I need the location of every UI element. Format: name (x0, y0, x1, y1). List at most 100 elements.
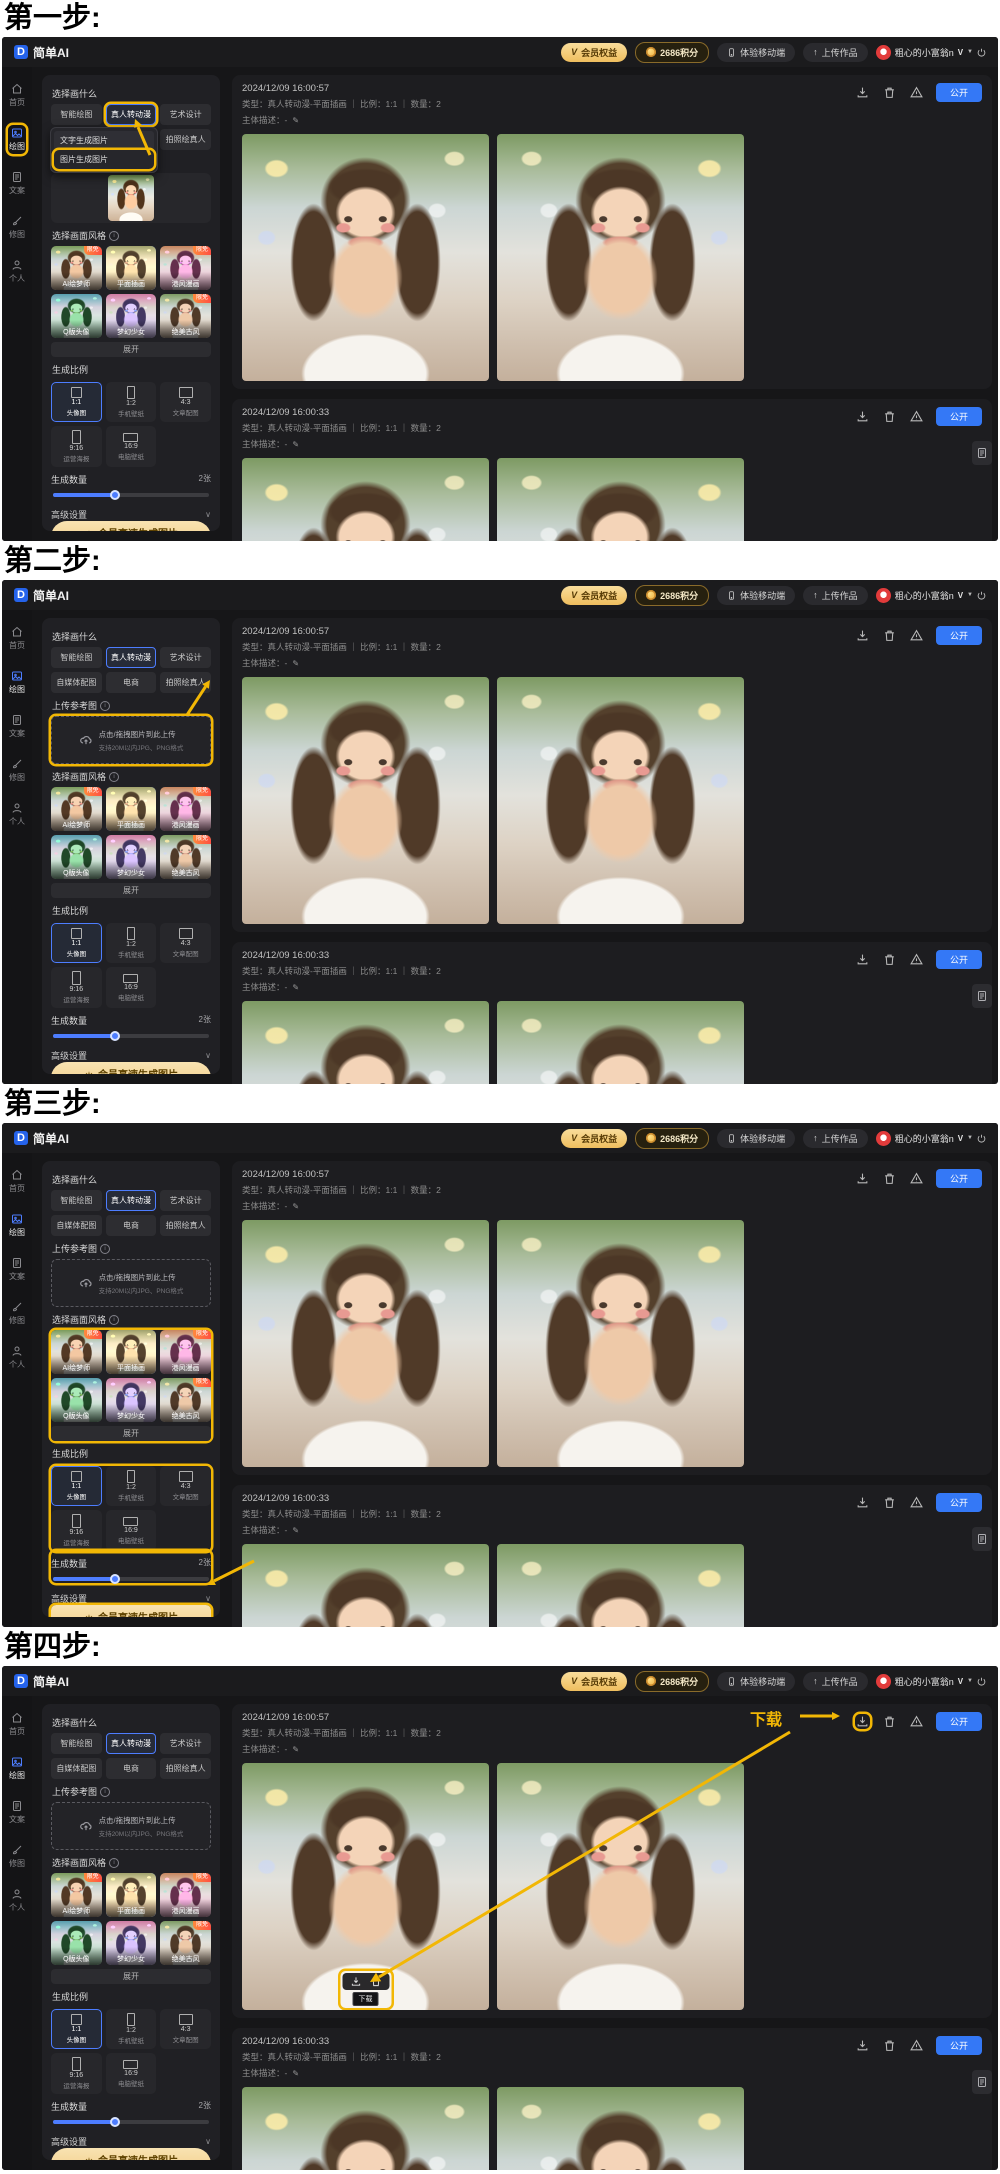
app-logo[interactable]: D 简单AI (14, 1130, 69, 1147)
style-tile[interactable]: 限免 绝美古风 (160, 835, 211, 879)
download-icon[interactable] (855, 2038, 870, 2053)
style-tile[interactable]: 梦幻少女 (106, 1921, 157, 1965)
edit-icon[interactable]: ✎ (292, 1745, 299, 1754)
slider-knob[interactable] (110, 1031, 120, 1041)
style-tile[interactable]: 梦幻少女 (106, 835, 157, 879)
publish-button[interactable]: 公开 (936, 83, 982, 102)
expand-button[interactable]: 展开 (51, 883, 211, 898)
user-menu[interactable]: 粗心的小富翁n V ▼ (876, 1674, 986, 1689)
style-tile-selected[interactable]: 平面插画 (106, 246, 157, 290)
category-photo-to-anime[interactable]: 真人转动漫 (106, 104, 157, 125)
delete-icon[interactable] (882, 1495, 897, 1510)
download-icon[interactable] (855, 1714, 870, 1729)
delete-icon[interactable] (882, 409, 897, 424)
upload-works-button[interactable]: ↑ 上传作品 (803, 1672, 868, 1691)
publish-button[interactable]: 公开 (936, 407, 982, 426)
nav-item-home[interactable]: 首页 (8, 624, 26, 653)
category-ecommerce[interactable]: 电商 (106, 1215, 157, 1236)
generated-image-1[interactable]: 下载 (242, 1763, 489, 2010)
ratio-tile-9-16[interactable]: 9:16 运营海报 (51, 426, 102, 467)
generated-image-2[interactable] (497, 1544, 744, 1627)
generated-image-2[interactable] (497, 1220, 744, 1467)
ratio-tile-16-9[interactable]: 16:9 电脑壁纸 (106, 426, 157, 467)
mobile-app-button[interactable]: 体验移动端 (717, 1672, 795, 1691)
nav-item-profile[interactable]: 个人 (8, 1886, 26, 1915)
advanced-settings[interactable]: 高级设置 ∨ (51, 1592, 211, 1605)
advanced-settings[interactable]: 高级设置 ∨ (51, 1049, 211, 1062)
report-icon[interactable] (909, 85, 924, 100)
nav-item-draw[interactable]: 绘图 (8, 125, 26, 154)
nav-item-retouch[interactable]: 修图 (8, 213, 26, 242)
upload-works-button[interactable]: ↑ 上传作品 (803, 586, 868, 605)
report-icon[interactable] (909, 952, 924, 967)
expand-button[interactable]: 展开 (51, 1426, 211, 1441)
ratio-tile-16-9[interactable]: 16:9 电脑壁纸 (106, 967, 157, 1008)
style-tile-selected[interactable]: 平面插画 (106, 1330, 157, 1374)
delete-icon[interactable] (882, 952, 897, 967)
ratio-tile-1-2[interactable]: 1:2 手机壁纸 (106, 1466, 157, 1506)
category-media-images[interactable]: 自媒体配图 (51, 672, 102, 693)
generated-image-1[interactable] (242, 134, 489, 381)
ratio-tile-1-2[interactable]: 1:2 手机壁纸 (106, 2009, 157, 2049)
nav-item-draw[interactable]: 绘图 (8, 1211, 26, 1240)
download-icon[interactable] (855, 409, 870, 424)
generate-button[interactable]: 会员高速生成图片 (限时2折起) (51, 1062, 211, 1074)
category-art-design[interactable]: 艺术设计 (160, 104, 211, 125)
ratio-tile-4-3[interactable]: 4:3 文章配图 (160, 382, 211, 422)
ratio-tile-1-1[interactable]: 1:1 头像图 (51, 382, 102, 422)
nav-item-copywriting[interactable]: 文案 (8, 712, 26, 741)
upload-dropzone[interactable]: 点击/拖拽图片到此上传 支持20M以内JPG、PNG格式 (51, 1802, 211, 1850)
mobile-app-button[interactable]: 体验移动端 (717, 43, 795, 62)
nav-item-retouch[interactable]: 修图 (8, 1299, 26, 1328)
download-icon[interactable] (350, 1976, 361, 1987)
advanced-settings[interactable]: 高级设置 ∨ (51, 2135, 211, 2148)
mobile-app-button[interactable]: 体验移动端 (717, 586, 795, 605)
delete-icon[interactable] (370, 1976, 381, 1987)
category-art-design[interactable]: 艺术设计 (160, 1190, 211, 1211)
app-logo[interactable]: D 简单AI (14, 44, 69, 61)
download-icon[interactable] (855, 85, 870, 100)
ratio-tile-1-2[interactable]: 1:2 手机壁纸 (106, 382, 157, 422)
slider-knob[interactable] (110, 490, 120, 500)
style-tile[interactable]: 限免 绝美古风 (160, 1378, 211, 1422)
script-icon[interactable] (972, 1527, 992, 1551)
style-tile[interactable]: 限免 绝美古风 (160, 294, 211, 338)
count-slider[interactable] (53, 493, 209, 497)
points-button[interactable]: 2686积分 (635, 1671, 709, 1692)
style-tile[interactable]: 限免 港风漫画 (160, 246, 211, 290)
nav-item-home[interactable]: 首页 (8, 81, 26, 110)
user-menu[interactable]: 粗心的小富翁n V ▼ (876, 45, 986, 60)
delete-icon[interactable] (882, 1171, 897, 1186)
generated-image-1[interactable] (242, 1001, 489, 1084)
report-icon[interactable] (909, 628, 924, 643)
download-icon[interactable] (855, 1171, 870, 1186)
generated-image-1[interactable] (242, 1544, 489, 1627)
publish-button[interactable]: 公开 (936, 626, 982, 645)
advanced-settings[interactable]: 高级设置 ∨ (51, 508, 211, 521)
script-icon[interactable] (972, 984, 992, 1008)
publish-button[interactable]: 公开 (936, 2036, 982, 2055)
publish-button[interactable]: 公开 (936, 1493, 982, 1512)
app-logo[interactable]: D 简单AI (14, 587, 69, 604)
ratio-tile-1-1[interactable]: 1:1 头像图 (51, 2009, 102, 2049)
edit-icon[interactable]: ✎ (292, 440, 299, 449)
nav-item-profile[interactable]: 个人 (8, 1343, 26, 1372)
category-art-design[interactable]: 艺术设计 (160, 1733, 211, 1754)
upload-dropzone[interactable]: 点击/拖拽图片到此上传 支持20M以内JPG、PNG格式 (51, 716, 211, 764)
ratio-tile-1-1[interactable]: 1:1 头像图 (51, 923, 102, 963)
category-photo-to-real[interactable]: 拍照绘真人 (160, 672, 211, 693)
generated-image-1[interactable] (242, 2087, 489, 2170)
nav-item-copywriting[interactable]: 文案 (8, 1255, 26, 1284)
style-tile[interactable]: Q版头像 (51, 1378, 102, 1422)
edit-icon[interactable]: ✎ (292, 2069, 299, 2078)
generated-image-2[interactable] (497, 1001, 744, 1084)
category-media-images[interactable]: 自媒体配图 (51, 1758, 102, 1779)
style-tile[interactable]: 梦幻少女 (106, 1378, 157, 1422)
logout-icon[interactable] (977, 1134, 986, 1143)
nav-item-draw[interactable]: 绘图 (8, 1754, 26, 1783)
ratio-tile-1-1[interactable]: 1:1 头像图 (51, 1466, 102, 1506)
download-icon[interactable] (855, 628, 870, 643)
delete-icon[interactable] (882, 628, 897, 643)
ratio-tile-4-3[interactable]: 4:3 文章配图 (160, 1466, 211, 1506)
ratio-tile-9-16[interactable]: 9:16 运营海报 (51, 1510, 102, 1551)
